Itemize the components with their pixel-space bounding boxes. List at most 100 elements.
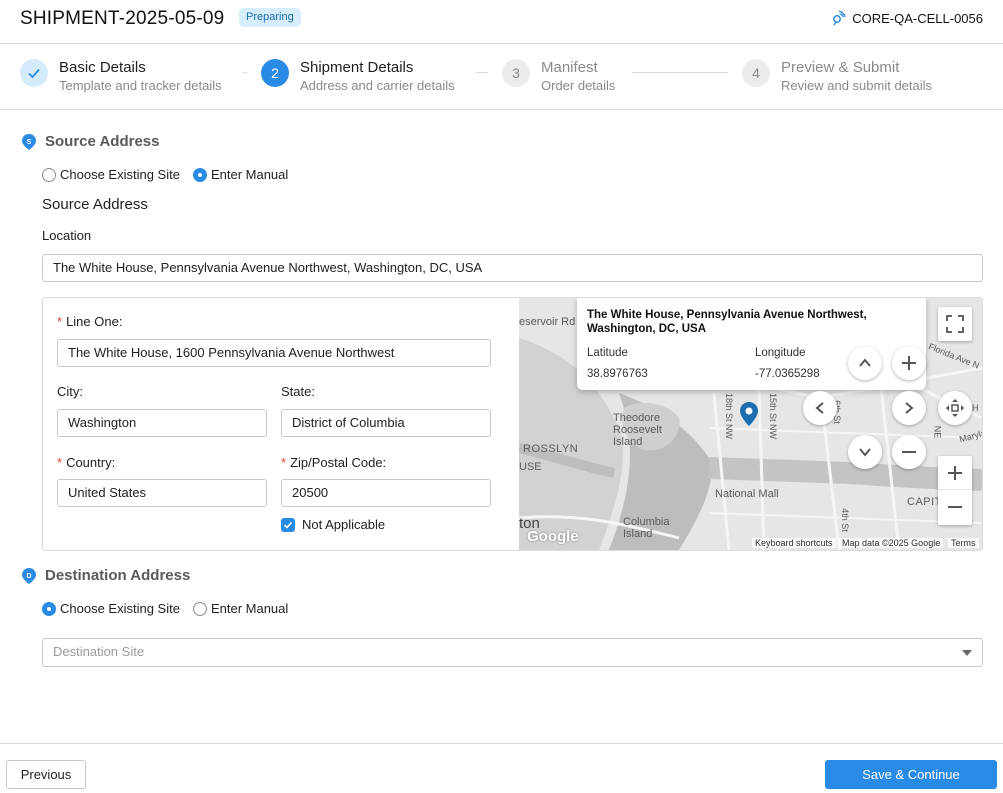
source-mode-options: Choose Existing Site Enter Manual xyxy=(42,167,301,182)
zoom-controls xyxy=(938,456,972,525)
step-subtitle: Review and submit details xyxy=(781,78,933,93)
zip-label: * Zip/Postal Code: xyxy=(281,455,387,470)
stepper: Basic Details Template and tracker detai… xyxy=(0,44,1003,110)
step-number: 4 xyxy=(742,59,770,87)
camera-control-button[interactable] xyxy=(938,391,972,425)
destination-address-heading: D Destination Address xyxy=(22,567,190,584)
step-subtitle: Order details xyxy=(541,78,616,93)
step-connector xyxy=(476,72,488,73)
step-connector xyxy=(632,72,728,73)
keyboard-shortcuts-link[interactable]: Keyboard shortcuts xyxy=(752,538,836,548)
pan-down-button[interactable] xyxy=(848,435,882,469)
zoom-in-button[interactable] xyxy=(938,456,972,490)
source-pin-icon: S xyxy=(22,133,36,150)
country-label: * Country: xyxy=(57,455,116,470)
top-bar: SHIPMENT-2025-05-09 Preparing CORE-QA-CE… xyxy=(0,0,1003,44)
not-applicable-label: Not Applicable xyxy=(302,517,386,532)
chevron-right-icon xyxy=(905,402,914,414)
not-applicable-checkbox[interactable] xyxy=(281,518,295,532)
device-indicator[interactable]: CORE-QA-CELL-0056 xyxy=(830,10,983,26)
move-arrows-icon xyxy=(946,399,964,417)
destination-mode-options: Choose Existing Site Enter Manual xyxy=(42,601,301,616)
map-label: USE xyxy=(519,461,542,473)
location-marker-icon[interactable] xyxy=(740,402,758,426)
pan-up-button[interactable] xyxy=(848,346,882,380)
source-address-subheading: Source Address xyxy=(42,196,148,213)
step-title: Shipment Details xyxy=(300,59,414,76)
zoom-out-button[interactable] xyxy=(938,490,972,524)
fullscreen-icon xyxy=(946,315,964,333)
step-number: 3 xyxy=(502,59,530,87)
source-map[interactable]: eservoir Rd N Theodore Roosevelt Island … xyxy=(519,298,982,550)
state-label: State: xyxy=(281,384,315,399)
step-connector xyxy=(242,72,247,73)
map-label: 18th St NW xyxy=(724,392,735,440)
info-title: The White House, Pennsylvania Avenue Nor… xyxy=(587,309,867,335)
step-preview-submit[interactable]: 4 Preview & Submit Review and submit det… xyxy=(742,58,932,94)
radio-label: Enter Manual xyxy=(210,167,289,182)
radio-choose-existing-site[interactable] xyxy=(42,167,56,182)
step-subtitle: Template and tracker details xyxy=(59,78,222,93)
device-name: CORE-QA-CELL-0056 xyxy=(852,10,983,26)
longitude-value: -77.0365298 xyxy=(755,368,820,380)
status-badge: Preparing xyxy=(239,8,301,27)
caret-down-icon xyxy=(962,650,972,656)
fullscreen-button[interactable] xyxy=(938,307,972,341)
minus-icon xyxy=(902,451,916,453)
section-title: Source Address xyxy=(45,133,160,150)
radio-label: Enter Manual xyxy=(210,601,289,616)
map-label: NE xyxy=(932,425,943,439)
radio-label: Choose Existing Site xyxy=(60,601,180,616)
map-label: Columbia Island xyxy=(623,516,670,540)
terms-link[interactable]: Terms xyxy=(948,538,979,548)
line-one-input[interactable]: The White House, 1600 Pennsylvania Avenu… xyxy=(57,339,491,367)
destination-site-select[interactable]: Destination Site xyxy=(42,638,983,667)
destination-pin-icon: D xyxy=(22,567,36,584)
section-title: Destination Address xyxy=(45,567,191,584)
state-input[interactable]: District of Columbia xyxy=(281,409,491,437)
country-input[interactable]: United States xyxy=(57,479,267,507)
city-input[interactable]: Washington xyxy=(57,409,267,437)
longitude-label: Longitude xyxy=(755,347,806,359)
map-label: Theodore Roosevelt Island xyxy=(613,412,662,448)
latitude-value: 38.8976763 xyxy=(587,368,648,380)
radio-enter-manual[interactable] xyxy=(192,601,207,616)
source-address-heading: S Source Address xyxy=(22,133,160,150)
step-title: Manifest xyxy=(541,59,598,76)
rotate-zoom-in-button[interactable] xyxy=(892,346,926,380)
pan-left-button[interactable] xyxy=(803,391,837,425)
save-continue-button[interactable]: Save & Continue xyxy=(825,760,997,789)
location-input[interactable]: The White House, Pennsylvania Avenue Nor… xyxy=(42,254,983,282)
step-title: Basic Details xyxy=(59,59,146,76)
radio-choose-existing-site[interactable] xyxy=(42,601,56,616)
map-data-attribution: Map data ©2025 Google xyxy=(839,538,944,548)
shipment-title: SHIPMENT-2025-05-09 xyxy=(20,8,225,29)
previous-button[interactable]: Previous xyxy=(6,760,86,789)
step-number: 2 xyxy=(261,59,289,87)
google-logo: Google xyxy=(527,528,579,545)
plus-icon xyxy=(902,356,916,370)
bottom-action-bar: Previous Save & Continue xyxy=(0,743,1003,793)
city-label: City: xyxy=(57,384,83,399)
radio-label: Choose Existing Site xyxy=(60,167,180,182)
rotate-zoom-out-button[interactable] xyxy=(892,435,926,469)
map-label: National Mall xyxy=(715,488,779,500)
svg-text:S: S xyxy=(27,139,32,146)
svg-text:D: D xyxy=(26,573,31,580)
plus-icon xyxy=(948,465,962,480)
step-title: Preview & Submit xyxy=(781,59,900,76)
tracker-icon xyxy=(833,10,846,26)
chevron-left-icon xyxy=(815,402,824,414)
map-label: H xyxy=(972,403,979,413)
pan-right-button[interactable] xyxy=(892,391,926,425)
map-label: ROSSLYN xyxy=(523,443,579,455)
step-shipment-details[interactable]: 2 Shipment Details Address and carrier d… xyxy=(261,58,455,94)
zip-input[interactable]: 20500 xyxy=(281,479,491,507)
step-basic-details[interactable]: Basic Details Template and tracker detai… xyxy=(20,58,222,94)
step-manifest[interactable]: 3 Manifest Order details xyxy=(502,58,615,94)
minus-icon xyxy=(948,506,962,508)
radio-enter-manual[interactable] xyxy=(192,167,207,182)
latitude-label: Latitude xyxy=(587,347,628,359)
select-placeholder: Destination Site xyxy=(53,644,145,659)
chevron-up-icon xyxy=(859,358,871,367)
